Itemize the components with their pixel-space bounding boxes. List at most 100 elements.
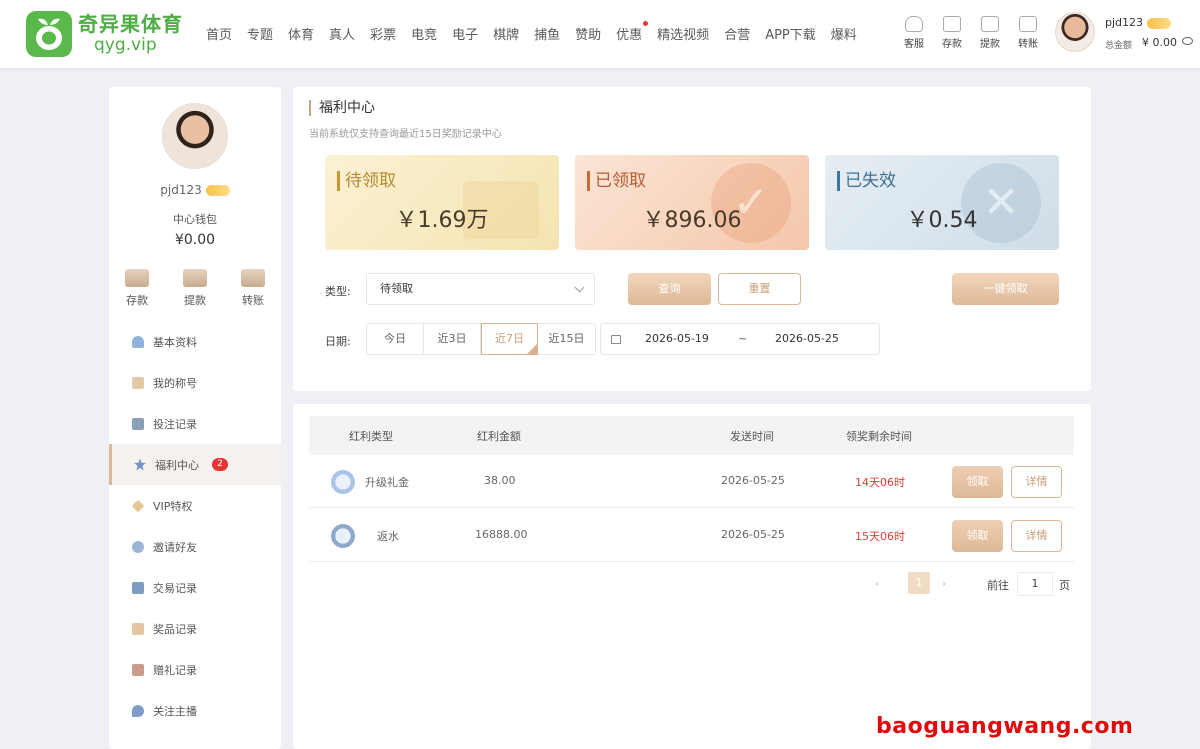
sidebar-deposit-label: 存款 <box>126 294 148 307</box>
sidebar-deposit-button[interactable]: 存款 <box>119 269 155 308</box>
wallet-actions: 存款 提款 转账 <box>119 269 271 308</box>
detail-button[interactable]: 详情 <box>1011 466 1062 498</box>
sidebar-item-titles[interactable]: 我的称号 <box>109 362 281 403</box>
crown-icon <box>331 470 355 494</box>
sidebar-transfer-button[interactable]: 转账 <box>235 269 271 308</box>
date-start[interactable]: 2026-05-19 <box>645 332 709 345</box>
card-pending-amount: ￥1.69万 <box>395 208 489 233</box>
quick-withdraw[interactable]: 提款 <box>971 16 1009 50</box>
claim-button[interactable]: 领取 <box>952 466 1003 498</box>
sidebar-withdraw-button[interactable]: 提款 <box>177 269 213 308</box>
sidebar-item-transactions[interactable]: 交易记录 <box>109 567 281 608</box>
page-unit-label: 页 <box>1059 579 1070 592</box>
quick-transfer[interactable]: 转账 <box>1009 16 1047 50</box>
sidebar-item-gifts[interactable]: 赠礼记录 <box>109 649 281 690</box>
date-option-today[interactable]: 今日 <box>367 324 424 354</box>
top-header: 奇异果体育 qyg.vip 首页 专题 体育 真人 彩票 电竞 电子 棋牌 捕鱼… <box>0 0 1200 68</box>
notification-dot <box>643 21 649 26</box>
row-remaining: 14天06时 <box>855 476 905 489</box>
nav-app-download[interactable]: APP下载 <box>765 24 816 43</box>
nav-lottery[interactable]: 彩票 <box>370 24 396 43</box>
pagination: ‹ 1 › 前往 1 页 <box>871 572 1081 596</box>
card-icon <box>183 269 207 287</box>
heart-icon <box>132 704 144 717</box>
wallet-icon <box>943 16 961 32</box>
nav-videos[interactable]: 精选视频 <box>657 24 709 43</box>
card-claimed[interactable]: ✓ 已领取 ￥896.06 <box>575 155 809 250</box>
claim-all-button[interactable]: 一键领取 <box>952 273 1059 305</box>
quick-deposit-label: 存款 <box>942 39 962 50</box>
sidebar-item-label: 我的称号 <box>153 376 197 390</box>
date-option-15d[interactable]: 近15日 <box>538 324 595 354</box>
col-remaining: 领奖剩余时间 <box>846 430 912 443</box>
nav-fishing[interactable]: 捕鱼 <box>534 24 560 43</box>
bonus-table-panel: 红利类型 红利金额 发送时间 领奖剩余时间 升级礼金 38.00 2026-05… <box>293 404 1091 749</box>
nav-sponsor[interactable]: 赞助 <box>575 24 601 43</box>
nav-partners[interactable]: 合营 <box>724 24 750 43</box>
page-jump-input[interactable]: 1 <box>1017 572 1053 596</box>
sidebar-item-welfare[interactable]: 福利中心 2 <box>109 444 281 485</box>
site-logo[interactable]: 奇异果体育 qyg.vip <box>26 11 186 57</box>
nav-promotions[interactable]: 优惠 <box>616 21 649 43</box>
table-row: 升级礼金 38.00 2026-05-25 14天06时 领取 详情 <box>309 455 1074 508</box>
nav-esports[interactable]: 电竞 <box>411 24 437 43</box>
quick-withdraw-label: 提款 <box>980 39 1000 50</box>
watermark: baoguangwang.com <box>876 714 1134 739</box>
card-pending[interactable]: 待领取 ￥1.69万 <box>325 155 559 250</box>
reset-button[interactable]: 重置 <box>718 273 801 305</box>
date-range-picker[interactable]: 2026-05-19 ~ 2026-05-25 <box>600 323 880 355</box>
nav-electronic[interactable]: 电子 <box>452 24 478 43</box>
card-icon <box>125 269 149 287</box>
card-expired-amount: ￥0.54 <box>906 208 978 233</box>
row-type: 返水 <box>377 530 399 543</box>
avatar[interactable] <box>1055 12 1095 52</box>
sidebar-item-vip[interactable]: VIP特权 <box>109 485 281 526</box>
col-amount: 红利金额 <box>477 430 521 443</box>
crown-icon <box>132 376 144 389</box>
nav-home[interactable]: 首页 <box>206 24 232 43</box>
type-select[interactable]: 待领取 <box>366 273 595 305</box>
quick-deposit[interactable]: 存款 <box>933 16 971 50</box>
prev-page-button[interactable]: ‹ <box>875 577 879 590</box>
detail-button[interactable]: 详情 <box>1011 520 1062 552</box>
date-end[interactable]: 2026-05-25 <box>775 332 839 345</box>
date-option-7d[interactable]: 近7日 <box>481 323 538 355</box>
nav-topics[interactable]: 专题 <box>247 24 273 43</box>
card-claimed-label: 已领取 <box>587 171 646 191</box>
sidebar-item-follow[interactable]: 关注主播 <box>109 690 281 731</box>
card-expired[interactable]: ✕ 已失效 ￥0.54 <box>825 155 1059 250</box>
sidebar-item-prizes[interactable]: 奖品记录 <box>109 608 281 649</box>
sidebar-item-label: 邀请好友 <box>153 540 197 554</box>
quick-service[interactable]: 客服 <box>895 16 933 50</box>
eye-icon[interactable] <box>1182 37 1193 45</box>
sidebar-item-label: 基本资料 <box>153 335 197 349</box>
next-page-button[interactable]: › <box>942 577 946 590</box>
nav-sports[interactable]: 体育 <box>288 24 314 43</box>
nav-chess[interactable]: 棋牌 <box>493 24 519 43</box>
logo-title: 奇异果体育 <box>78 12 183 36</box>
calendar-icon <box>611 335 621 344</box>
row-amount: 16888.00 <box>475 528 528 541</box>
date-option-3d[interactable]: 近3日 <box>424 324 481 354</box>
query-button[interactable]: 查询 <box>628 273 711 305</box>
nav-live[interactable]: 真人 <box>329 24 355 43</box>
sidebar-transfer-label: 转账 <box>242 294 264 307</box>
user-icon <box>132 335 144 348</box>
sidebar-item-label: 投注记录 <box>153 417 197 431</box>
transfer-icon <box>241 269 265 287</box>
row-type: 升级礼金 <box>365 476 409 489</box>
sidebar-avatar <box>162 103 228 169</box>
row-amount: 38.00 <box>484 474 516 487</box>
row-remaining: 15天06时 <box>855 530 905 543</box>
page-number[interactable]: 1 <box>908 572 930 594</box>
row-time: 2026-05-25 <box>721 474 785 487</box>
col-sent-time: 发送时间 <box>730 430 774 443</box>
sidebar-item-profile[interactable]: 基本资料 <box>109 321 281 362</box>
sidebar-item-bets[interactable]: 投注记录 <box>109 403 281 444</box>
nav-news[interactable]: 爆料 <box>831 24 857 43</box>
claim-button[interactable]: 领取 <box>952 520 1003 552</box>
date-separator: ~ <box>738 332 748 345</box>
goto-label: 前往 <box>987 579 1009 592</box>
welfare-panel: 福利中心 当前系统仅支持查询最近15日奖励记录中心 待领取 ￥1.69万 ✓ 已… <box>293 87 1091 391</box>
sidebar-item-invite[interactable]: 邀请好友 <box>109 526 281 567</box>
